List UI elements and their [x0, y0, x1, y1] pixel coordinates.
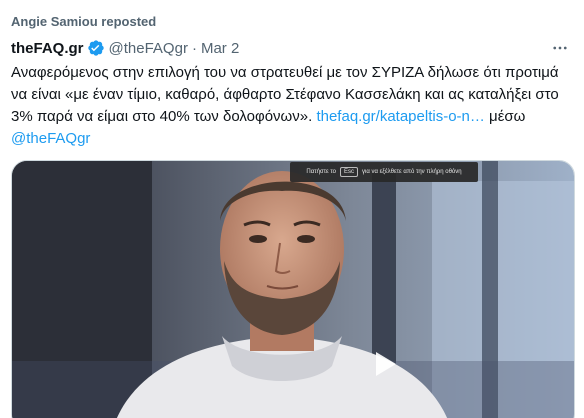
- play-button[interactable]: [364, 344, 404, 384]
- via-text: μέσω: [489, 108, 526, 125]
- play-icon: [376, 352, 396, 376]
- via-handle-link[interactable]: @theFAQgr: [11, 130, 90, 147]
- tweet-header: theFAQ.gr @theFAQgr · Mar 2: [11, 38, 239, 58]
- separator-dot: ·: [191, 39, 197, 57]
- more-options-button[interactable]: [548, 36, 572, 60]
- tweet-date[interactable]: Mar 2: [201, 40, 239, 57]
- tweet-link[interactable]: thefaq.gr/katapeltis-o-n…: [316, 108, 484, 125]
- author-handle[interactable]: @theFAQgr: [109, 40, 188, 57]
- fullscreen-exit-hint: Πατήστε το Esc για να εξέλθετε από την π…: [290, 162, 478, 182]
- esc-key-label: Esc: [339, 167, 358, 177]
- repost-text[interactable]: Angie Samiou reposted: [11, 14, 156, 30]
- esc-hint-suffix: για να εξέλθετε από την πλήρη οθόνη: [361, 169, 462, 175]
- video-player[interactable]: [11, 160, 575, 418]
- video-frame: [12, 161, 574, 418]
- verified-badge-icon: [87, 39, 105, 57]
- repost-banner: Angie Samiou reposted: [0, 0, 584, 32]
- more-options-icon: [553, 46, 567, 50]
- esc-hint-prefix: Πατήστε το: [306, 169, 336, 175]
- tweet-body: Αναφερόμενος στην επιλογή του να στρατευ…: [11, 62, 567, 150]
- author-display-name[interactable]: theFAQ.gr: [11, 40, 84, 57]
